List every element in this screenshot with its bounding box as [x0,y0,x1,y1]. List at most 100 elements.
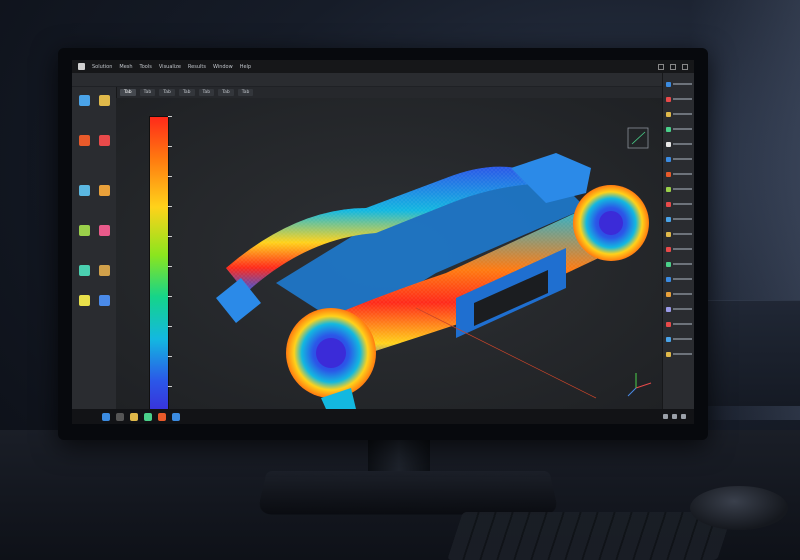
property-label [673,98,692,100]
tool-chart[interactable] [75,265,93,277]
menu-item[interactable]: Results [188,64,206,70]
property-label [673,248,692,250]
property-row[interactable] [666,231,692,237]
property-row[interactable] [666,156,692,162]
right-properties-panel [662,73,694,409]
wifi-icon[interactable] [663,414,668,419]
minimize-icon[interactable] [658,64,664,70]
volume-icon[interactable] [672,414,677,419]
tool-target[interactable] [95,135,113,147]
property-swatch-icon [666,232,671,237]
property-label [673,218,692,220]
property-row[interactable] [666,111,692,117]
property-swatch-icon [666,307,671,312]
3d-viewport[interactable] [116,98,662,409]
property-row[interactable] [666,336,692,342]
browser-icon[interactable] [144,413,152,421]
grid-icon [79,185,90,196]
system-tray [663,414,686,419]
property-swatch-icon [666,217,671,222]
battery-icon[interactable] [681,414,686,419]
property-label [673,173,692,175]
property-row[interactable] [666,96,692,102]
flag-icon [99,265,110,276]
tool-probe[interactable] [95,295,113,307]
property-swatch-icon [666,247,671,252]
tool-shield[interactable] [95,185,113,197]
tool-gear[interactable] [75,225,93,237]
property-label [673,338,692,340]
property-swatch-icon [666,262,671,267]
property-row[interactable] [666,321,692,327]
property-row[interactable] [666,291,692,297]
property-row[interactable] [666,171,692,177]
property-row[interactable] [666,351,692,357]
property-label [673,158,692,160]
wrench-icon [99,95,110,106]
taskbar [72,409,694,424]
property-row[interactable] [666,186,692,192]
menu-item[interactable]: Help [240,64,251,70]
property-swatch-icon [666,202,671,207]
property-label [673,188,692,190]
tool-palette[interactable] [75,295,93,307]
maximize-icon[interactable] [670,64,676,70]
tab-7[interactable]: Tab [238,89,254,96]
tool-layers[interactable] [95,225,113,237]
tab-1[interactable]: Tab [120,89,136,96]
property-swatch-icon [666,352,671,357]
property-row[interactable] [666,276,692,282]
folder-icon[interactable] [130,413,138,421]
layers-icon [99,225,110,236]
property-row[interactable] [666,81,692,87]
chart-icon [79,265,90,276]
close-icon[interactable] [682,64,688,70]
property-swatch-icon [666,277,671,282]
menu-item[interactable]: Visualize [159,64,181,70]
target-icon [99,135,110,146]
property-label [673,323,692,325]
property-swatch-icon [666,322,671,327]
property-row[interactable] [666,201,692,207]
menu-item[interactable]: Window [213,64,233,70]
property-label [673,128,692,130]
property-row[interactable] [666,246,692,252]
menu-item[interactable]: Mesh [119,64,132,70]
property-swatch-icon [666,142,671,147]
palette-icon [79,295,90,306]
tool-grid[interactable] [75,185,93,197]
tool-lightning[interactable] [75,135,93,147]
axis-triad-icon [628,373,651,396]
desk-box [700,300,800,406]
property-row[interactable] [666,216,692,222]
cube-icon [79,95,90,106]
tab-3[interactable]: Tab [159,89,175,96]
tab-2[interactable]: Tab [140,89,156,96]
lightning-icon [79,135,90,146]
menu-item[interactable]: Solution [92,64,112,70]
search-icon[interactable] [116,413,124,421]
tab-bar: Tab Tab Tab Tab Tab Tab Tab [116,87,662,98]
start-icon[interactable] [102,413,110,421]
app-icon[interactable] [172,413,180,421]
property-row[interactable] [666,141,692,147]
property-row[interactable] [666,261,692,267]
tool-wrench[interactable] [95,95,113,107]
property-row[interactable] [666,306,692,312]
tab-4[interactable]: Tab [179,89,195,96]
tool-cube[interactable] [75,95,93,107]
property-label [673,233,692,235]
left-toolbox [72,87,117,409]
property-label [673,113,692,115]
property-row[interactable] [666,126,692,132]
tab-5[interactable]: Tab [199,89,215,96]
fea-model[interactable] [116,98,662,409]
property-label [673,203,692,205]
property-swatch-icon [666,82,671,87]
menu-item[interactable]: Tools [140,64,152,70]
view-cube-icon [628,128,648,148]
property-swatch-icon [666,112,671,117]
tool-flag[interactable] [95,265,113,277]
tab-6[interactable]: Tab [218,89,234,96]
app-icon[interactable] [158,413,166,421]
